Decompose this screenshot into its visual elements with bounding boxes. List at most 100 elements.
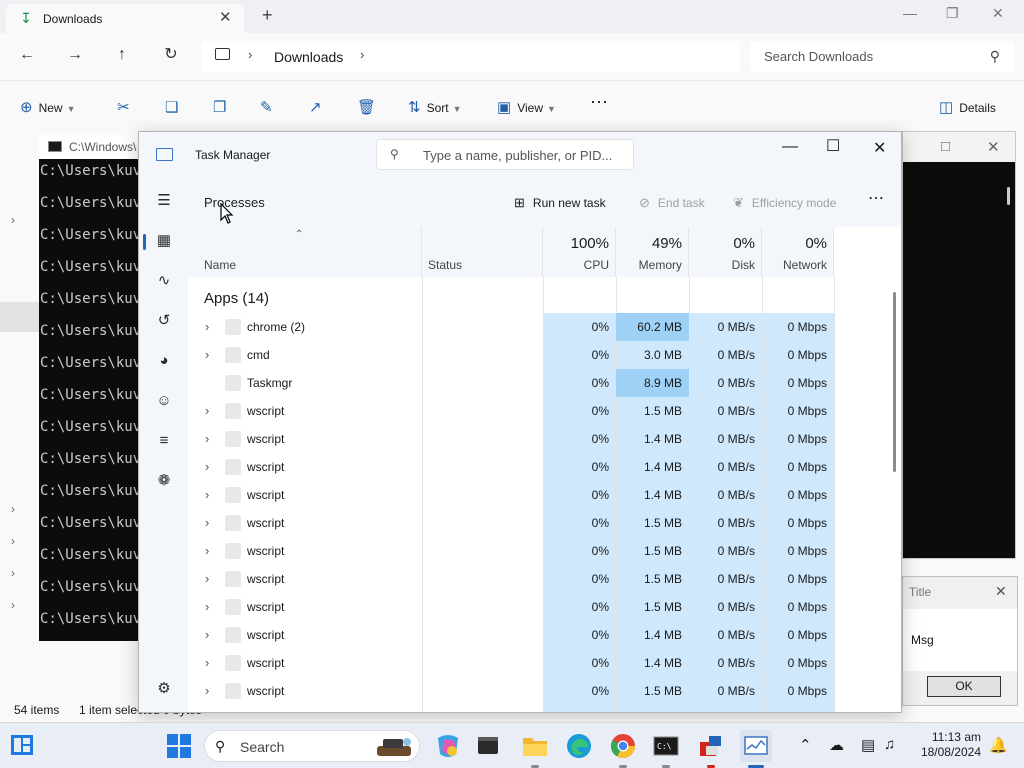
- close-window-icon[interactable]: ✕: [987, 138, 1000, 156]
- chevron-right-icon[interactable]: ›: [11, 566, 15, 580]
- expand-chevron-icon[interactable]: ›: [205, 347, 209, 362]
- table-row[interactable]: › wscript 0% 1.5 MB 0 MB/s 0 Mbps: [188, 565, 834, 593]
- expand-chevron-icon[interactable]: ›: [205, 487, 209, 502]
- system-clock[interactable]: 11:13 am 18/08/2024: [905, 730, 981, 760]
- address-bar[interactable]: › Downloads ›: [201, 41, 740, 72]
- expand-chevron-icon[interactable]: ›: [205, 683, 209, 698]
- startup-apps-icon[interactable]: ◕: [154, 351, 174, 371]
- expand-chevron-icon[interactable]: ›: [205, 319, 209, 334]
- sort-button[interactable]: ⇅ Sort ▼: [408, 98, 462, 116]
- expand-chevron-icon[interactable]: ›: [205, 543, 209, 558]
- chevron-right-icon[interactable]: ›: [360, 47, 364, 62]
- rename-button[interactable]: ✎: [260, 98, 279, 116]
- users-icon[interactable]: ☺: [154, 391, 174, 411]
- widgets-icon[interactable]: [9, 732, 37, 760]
- details-list-icon[interactable]: ≡: [154, 431, 174, 451]
- close-icon[interactable]: ✕: [995, 583, 1007, 600]
- services-icon[interactable]: ❁: [154, 471, 174, 491]
- background-console-window[interactable]: □ ✕: [902, 131, 1016, 559]
- restore-icon[interactable]: ❐: [946, 5, 959, 22]
- expand-chevron-icon[interactable]: ›: [205, 655, 209, 670]
- tab-downloads[interactable]: ↧ Downloads ✕: [6, 4, 244, 33]
- close-tab-icon[interactable]: ✕: [219, 8, 232, 26]
- forward-arrow-icon[interactable]: →: [65, 45, 85, 65]
- table-row[interactable]: › wscript 0% 1.5 MB 0 MB/s 0 Mbps: [188, 509, 834, 537]
- table-row[interactable]: › wscript 0% 1.5 MB 0 MB/s 0 Mbps: [188, 397, 834, 425]
- details-button[interactable]: ◫ Details: [939, 98, 996, 116]
- search-input[interactable]: ⚲ Type a name, publisher, or PID...: [376, 139, 634, 170]
- table-row[interactable]: › wscript 0% 1.4 MB 0 MB/s 0 Mbps: [188, 481, 834, 509]
- maximize-icon[interactable]: ☐: [826, 136, 840, 156]
- new-button[interactable]: ⊕ New ▼: [20, 98, 76, 116]
- run-new-task-button[interactable]: ⊞ Run new task: [514, 195, 606, 211]
- chevron-right-icon[interactable]: ›: [11, 502, 15, 516]
- more-options-icon[interactable]: ⋯: [868, 188, 885, 208]
- notification-bell-icon[interactable]: 🔔: [989, 736, 1008, 754]
- table-row[interactable]: › wscript 0% 1.5 MB 0 MB/s 0 Mbps: [188, 677, 834, 705]
- cmd-title-bar[interactable]: C:\Windows\: [39, 135, 139, 159]
- volume-icon[interactable]: ♫: [884, 736, 895, 753]
- task-manager-title-bar[interactable]: Task Manager ⚲ Type a name, publisher, o…: [139, 132, 901, 177]
- delete-button[interactable]: 🗑: [357, 98, 382, 116]
- expand-chevron-icon[interactable]: ›: [205, 459, 209, 474]
- column-header-cpu[interactable]: 100% CPU: [543, 227, 616, 277]
- view-button[interactable]: ▣ View ▼: [497, 98, 556, 116]
- paste-button[interactable]: ❐: [213, 98, 232, 116]
- column-header-status[interactable]: Status: [422, 227, 543, 277]
- breadcrumb[interactable]: Downloads: [274, 49, 343, 65]
- command-prompt-icon[interactable]: C:\: [652, 732, 680, 760]
- file-explorer-icon[interactable]: [521, 732, 549, 760]
- refresh-icon[interactable]: ↻: [161, 45, 181, 65]
- show-hidden-icons-chevron-icon[interactable]: ⌃: [799, 736, 812, 754]
- share-button[interactable]: ↗: [309, 98, 328, 116]
- onedrive-sync-icon[interactable]: ☁: [829, 736, 844, 754]
- minimize-icon[interactable]: —: [782, 138, 798, 156]
- expand-chevron-icon[interactable]: ›: [205, 515, 209, 530]
- taskbar-search-input[interactable]: ⚲ Search: [204, 730, 420, 762]
- table-row[interactable]: › wscript 0% 1.4 MB 0 MB/s 0 Mbps: [188, 649, 834, 677]
- scrollbar-thumb[interactable]: [1007, 187, 1010, 205]
- processes-icon[interactable]: ▦: [154, 231, 174, 251]
- cut-button[interactable]: ✂: [117, 98, 136, 116]
- selected-nav-item[interactable]: [0, 302, 40, 332]
- up-arrow-icon[interactable]: ↑: [112, 45, 132, 65]
- network-icon[interactable]: ▤: [861, 736, 875, 754]
- app-history-icon[interactable]: ↺: [154, 311, 174, 331]
- performance-icon[interactable]: ∿: [154, 271, 174, 291]
- terminal-app-icon[interactable]: [475, 732, 503, 760]
- chevron-right-icon[interactable]: ›: [11, 534, 15, 548]
- task-manager-taskbar-icon[interactable]: [740, 730, 772, 762]
- scrollbar-thumb[interactable]: [893, 292, 896, 472]
- column-header-name[interactable]: ⌃ Name: [188, 227, 422, 277]
- expand-chevron-icon[interactable]: ›: [205, 599, 209, 614]
- expand-chevron-icon[interactable]: ›: [205, 431, 209, 446]
- table-row[interactable]: › chrome (2) 0% 60.2 MB 0 MB/s 0 Mbps: [188, 313, 834, 341]
- column-header-network[interactable]: 0% Network: [762, 227, 834, 277]
- background-window-title-bar[interactable]: □ ✕: [903, 132, 1015, 162]
- command-prompt-window[interactable]: C:\Windows\ C:\Users\kuve C:\Users\kuve C:…: [39, 135, 150, 641]
- column-header-disk[interactable]: 0% Disk: [689, 227, 762, 277]
- expand-chevron-icon[interactable]: ›: [205, 403, 209, 418]
- chevron-right-icon[interactable]: ›: [11, 213, 15, 227]
- new-tab-icon[interactable]: +: [262, 5, 273, 26]
- settings-gear-icon[interactable]: ⚙: [154, 679, 174, 699]
- ok-button[interactable]: OK: [927, 676, 1001, 697]
- table-row[interactable]: › wscript 0% 1.4 MB 0 MB/s 0 Mbps: [188, 453, 834, 481]
- table-row[interactable]: › wscript 0% 1.4 MB 0 MB/s 0 Mbps: [188, 621, 834, 649]
- chevron-right-icon[interactable]: ›: [11, 598, 15, 612]
- apps-group-title[interactable]: Apps (14): [204, 290, 269, 307]
- table-row[interactable]: Taskmgr 0% 8.9 MB 0 MB/s 0 Mbps: [188, 369, 834, 397]
- restore-icon[interactable]: □: [941, 138, 950, 155]
- hamburger-menu-icon[interactable]: ☰: [154, 191, 174, 211]
- more-options-icon[interactable]: ⋯: [590, 92, 608, 113]
- chrome-browser-icon[interactable]: [609, 732, 637, 760]
- column-header-memory[interactable]: 49% Memory: [616, 227, 689, 277]
- table-row[interactable]: › cmd 0% 3.0 MB 0 MB/s 0 Mbps: [188, 341, 834, 369]
- table-row[interactable]: › wscript 0% 1.4 MB 0 MB/s 0 Mbps: [188, 425, 834, 453]
- end-task-button[interactable]: ⊘ End task: [639, 195, 705, 211]
- script-host-icon[interactable]: [697, 732, 725, 760]
- table-row[interactable]: › wscript 0% 1.5 MB 0 MB/s 0 Mbps: [188, 537, 834, 565]
- edge-browser-icon[interactable]: [565, 732, 593, 760]
- close-window-icon[interactable]: ✕: [873, 138, 886, 158]
- copy-button[interactable]: ❏: [165, 98, 184, 116]
